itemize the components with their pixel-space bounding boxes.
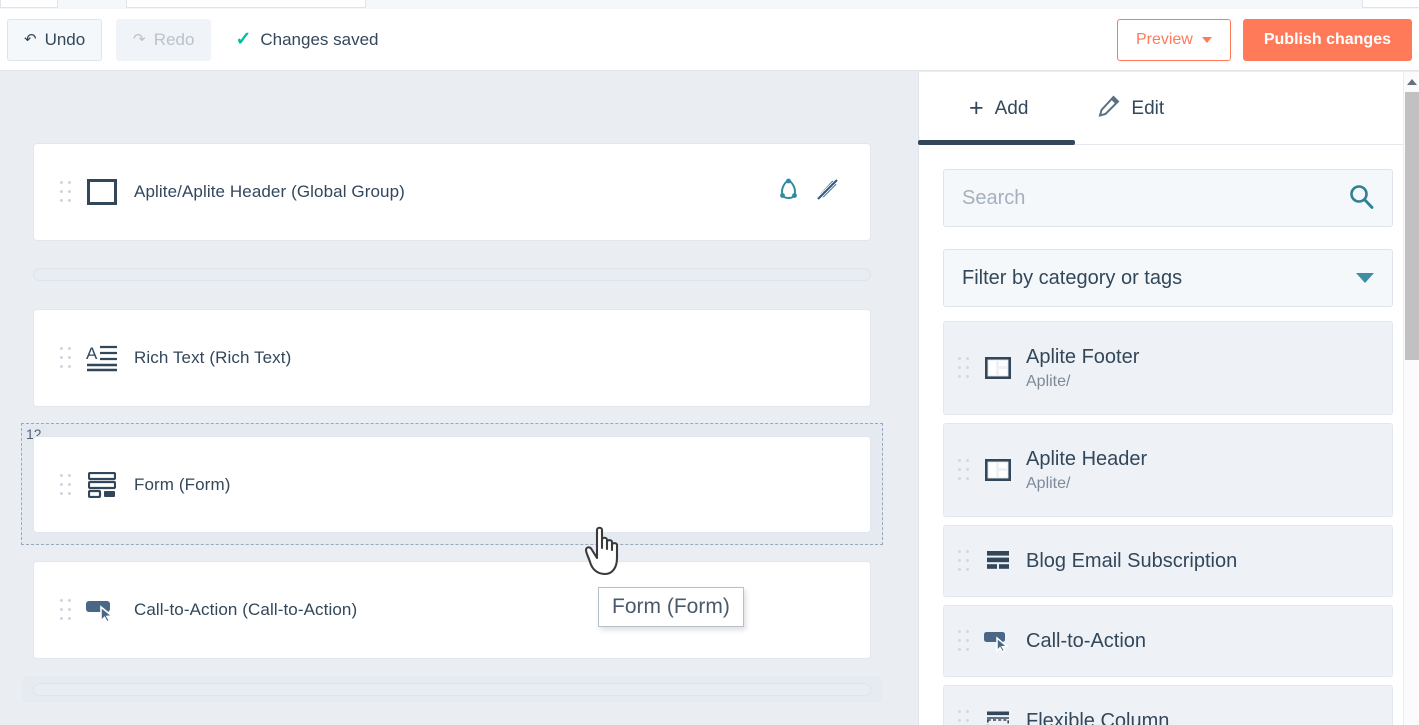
canvas-module-label: Aplite/Aplite Header (Global Group) bbox=[134, 182, 405, 201]
not-editable-pencil-icon[interactable] bbox=[815, 177, 840, 207]
list-item-text: Flexible Column bbox=[1026, 709, 1169, 725]
tab-edit-label: Edit bbox=[1131, 97, 1165, 119]
call-to-action-icon bbox=[984, 627, 1012, 655]
canvas-module-form[interactable]: Form (Form) bbox=[33, 436, 871, 533]
scroll-up-arrow-icon[interactable] bbox=[1404, 74, 1419, 90]
pencil-icon bbox=[1098, 95, 1120, 123]
list-item-title: Call-to-Action bbox=[1026, 629, 1147, 652]
list-item-text: Blog Email Subscription bbox=[1026, 549, 1237, 574]
drag-handle-icon[interactable] bbox=[60, 599, 72, 621]
drag-handle-icon[interactable] bbox=[60, 181, 72, 203]
search-box[interactable] bbox=[943, 169, 1393, 227]
list-rows-icon bbox=[984, 547, 1012, 575]
tab-add[interactable]: + Add bbox=[969, 72, 1028, 145]
svg-text:A: A bbox=[86, 344, 98, 363]
list-item-title: Blog Email Subscription bbox=[1026, 549, 1238, 572]
tab-fragment-left[interactable] bbox=[0, 0, 58, 8]
toolbar-right-group: Preview Publish changes bbox=[1116, 18, 1419, 61]
redo-arrow-icon: ↶ bbox=[133, 31, 146, 48]
save-status-label: Changes saved bbox=[260, 29, 379, 49]
undo-button[interactable]: ↶ Undo bbox=[7, 18, 103, 61]
canvas-drop-zone-2[interactable] bbox=[33, 683, 871, 696]
list-item-title: Aplite Footer bbox=[1026, 346, 1140, 368]
canvas-module-cta[interactable]: Call-to-Action (Call-to-Action) bbox=[33, 561, 871, 659]
plus-icon: + bbox=[969, 94, 984, 122]
list-item-text: Aplite Footer Aplite/ bbox=[1026, 345, 1139, 391]
canvas-module-label: Form (Form) bbox=[134, 474, 231, 494]
form-icon bbox=[86, 469, 118, 501]
flexible-column-icon bbox=[984, 707, 1012, 725]
drag-ghost-label: Form (Form) bbox=[598, 587, 744, 627]
drag-handle-icon[interactable] bbox=[958, 459, 970, 481]
list-item-aplite-header[interactable]: Aplite Header Aplite/ bbox=[943, 423, 1393, 517]
save-status: ✓ Changes saved bbox=[235, 30, 378, 50]
drag-handle-icon[interactable] bbox=[958, 710, 970, 725]
global-group-icon[interactable] bbox=[776, 177, 801, 207]
toolbar-left-group: ↶ Undo ↶ Redo ✓ Changes saved bbox=[0, 18, 379, 61]
module-list: Aplite Footer Aplite/ Aplite Header Apli… bbox=[943, 321, 1393, 725]
hand-cursor-icon bbox=[583, 524, 629, 580]
publish-label: Publish changes bbox=[1263, 30, 1391, 48]
search-input[interactable] bbox=[962, 186, 1340, 210]
drag-handle-icon[interactable] bbox=[60, 347, 72, 369]
canvas-module-header[interactable]: Aplite/Aplite Header (Global Group) bbox=[33, 143, 871, 241]
list-item-flexible-column[interactable]: Flexible Column bbox=[943, 685, 1393, 725]
canvas-module-label: Rich Text (Rich Text) bbox=[134, 348, 292, 367]
redo-button[interactable]: ↶ Redo bbox=[116, 18, 212, 61]
filter-dropdown[interactable]: Filter by category or tags bbox=[943, 249, 1393, 307]
canvas-module-actions bbox=[776, 177, 840, 207]
filter-label: Filter by category or tags bbox=[962, 266, 1183, 289]
list-item-text: Aplite Header Aplite/ bbox=[1026, 447, 1147, 493]
list-item-subtitle: Aplite/ bbox=[1026, 475, 1071, 492]
top-tab-strip bbox=[0, 0, 1419, 9]
list-item-title: Aplite Header bbox=[1026, 448, 1148, 470]
publish-changes-button[interactable]: Publish changes bbox=[1242, 18, 1412, 61]
chevron-down-icon bbox=[1356, 273, 1374, 283]
list-item-blog-email-subscription[interactable]: Blog Email Subscription bbox=[943, 525, 1393, 597]
drag-handle-icon[interactable] bbox=[958, 550, 970, 572]
list-item-text: Call-to-Action bbox=[1026, 629, 1146, 654]
search-icon[interactable] bbox=[1348, 183, 1374, 214]
check-icon: ✓ bbox=[235, 29, 252, 50]
layout-columns-icon bbox=[984, 456, 1012, 484]
scrollbar-thumb[interactable] bbox=[1405, 92, 1419, 360]
panel-scrollbar[interactable] bbox=[1403, 72, 1419, 725]
module-panel: + Add Edit Filter bbox=[918, 72, 1419, 725]
undo-label: Undo bbox=[44, 29, 86, 49]
list-item-aplite-footer[interactable]: Aplite Footer Aplite/ bbox=[943, 321, 1393, 415]
canvas-module-label: Call-to-Action (Call-to-Action) bbox=[134, 600, 358, 619]
canvas-module-rich-text[interactable]: A Rich Text (Rich Text) bbox=[33, 309, 871, 407]
list-item-subtitle: Aplite/ bbox=[1026, 373, 1071, 390]
page-canvas[interactable]: Aplite/Aplite Header (Global Group) A Ri… bbox=[0, 72, 918, 725]
rich-text-icon: A bbox=[86, 342, 118, 374]
drag-handle-icon[interactable] bbox=[958, 357, 970, 379]
panel-body: Filter by category or tags Aplite Footer… bbox=[919, 145, 1419, 725]
preview-label: Preview bbox=[1135, 30, 1193, 48]
list-item-title: Flexible Column bbox=[1026, 709, 1170, 725]
list-item-call-to-action[interactable]: Call-to-Action bbox=[943, 605, 1393, 677]
tab-add-label: Add bbox=[994, 97, 1029, 119]
tab-edit[interactable]: Edit bbox=[1098, 72, 1164, 145]
canvas-drop-zone-1[interactable] bbox=[33, 268, 871, 281]
editor-toolbar: ↶ Undo ↶ Redo ✓ Changes saved Preview Pu… bbox=[0, 9, 1419, 71]
chevron-down-icon bbox=[1201, 36, 1212, 43]
call-to-action-icon bbox=[86, 594, 118, 626]
tab-fragment-center[interactable] bbox=[126, 0, 366, 8]
layout-columns-icon bbox=[984, 354, 1012, 382]
tab-fragment-right[interactable] bbox=[1362, 0, 1419, 8]
drag-handle-icon[interactable] bbox=[958, 630, 970, 652]
preview-button[interactable]: Preview bbox=[1116, 18, 1231, 61]
panel-tab-bar: + Add Edit bbox=[918, 72, 1419, 145]
drag-handle-icon[interactable] bbox=[60, 473, 72, 496]
layout-columns-icon bbox=[86, 176, 118, 208]
redo-label: Redo bbox=[153, 29, 195, 49]
undo-arrow-icon: ↶ bbox=[24, 31, 37, 48]
